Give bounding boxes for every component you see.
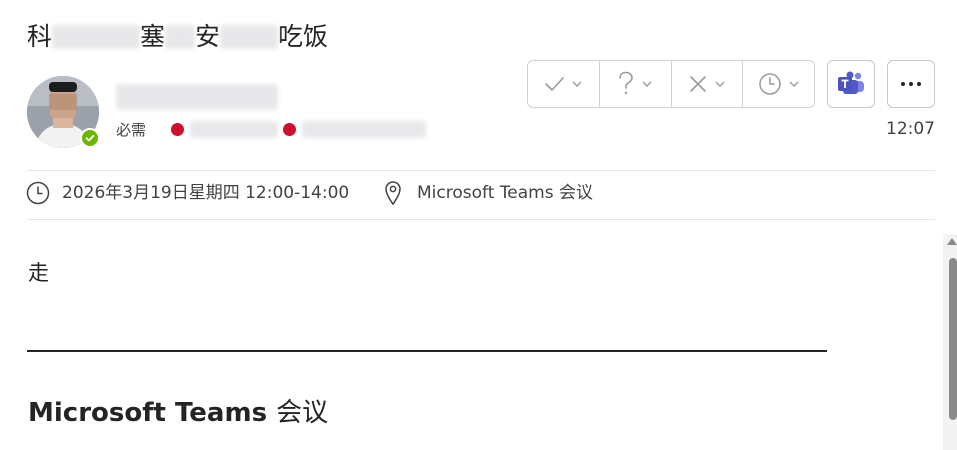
chevron-down-icon — [789, 81, 799, 87]
horizontal-rule — [27, 350, 827, 352]
subject-part: 科 — [27, 22, 53, 51]
redacted-text — [220, 25, 279, 49]
sender-name-redacted[interactable] — [116, 84, 278, 110]
redacted-text — [52, 25, 141, 49]
more-icon — [901, 82, 921, 86]
check-icon — [545, 77, 565, 91]
teams-icon — [838, 71, 864, 94]
chevron-down-icon — [715, 81, 725, 87]
join-teams-button[interactable] — [827, 60, 875, 108]
x-icon — [690, 76, 706, 92]
subject-part: 塞 — [140, 22, 166, 51]
declined-status-icon — [283, 123, 296, 136]
message-body: 走 — [28, 261, 49, 285]
attendee-redacted[interactable] — [190, 121, 278, 138]
decline-button[interactable] — [672, 61, 744, 107]
required-attendees-label: 必需 — [116, 121, 147, 139]
clock-icon — [26, 181, 50, 205]
rsvp-button-group — [527, 60, 815, 108]
question-icon — [619, 71, 633, 95]
teams-heading-en: Microsoft Teams — [28, 398, 268, 428]
presence-available-icon — [80, 128, 100, 148]
accept-button[interactable] — [528, 61, 600, 107]
scrollbar-thumb[interactable] — [949, 258, 957, 420]
received-time: 12:07 — [886, 119, 935, 139]
subject-part: 安 — [195, 22, 221, 51]
clock-icon — [758, 73, 781, 95]
subject-part: 吃饭 — [278, 22, 329, 51]
meeting-location[interactable]: Microsoft Teams 会议 — [417, 181, 593, 205]
teams-meeting-heading: Microsoft Teams 会议 — [28, 395, 328, 431]
divider — [27, 170, 935, 171]
tentative-button[interactable] — [600, 61, 672, 107]
teams-heading-cn: 会议 — [276, 398, 329, 428]
divider — [27, 219, 935, 220]
redacted-text — [165, 25, 196, 49]
map-pin-icon — [385, 181, 401, 206]
meeting-datetime: 2026年3月19日星期四 12:00-14:00 — [62, 183, 350, 203]
meeting-subject: 科 塞安 吃饭 — [27, 18, 328, 55]
scroll-up-arrow-icon[interactable] — [947, 238, 957, 245]
attendee-redacted[interactable] — [302, 121, 426, 138]
chevron-down-icon — [642, 81, 652, 87]
propose-new-time-button[interactable] — [743, 61, 814, 107]
chevron-down-icon — [572, 81, 582, 87]
declined-status-icon — [171, 123, 184, 136]
more-options-button[interactable] — [887, 60, 935, 108]
